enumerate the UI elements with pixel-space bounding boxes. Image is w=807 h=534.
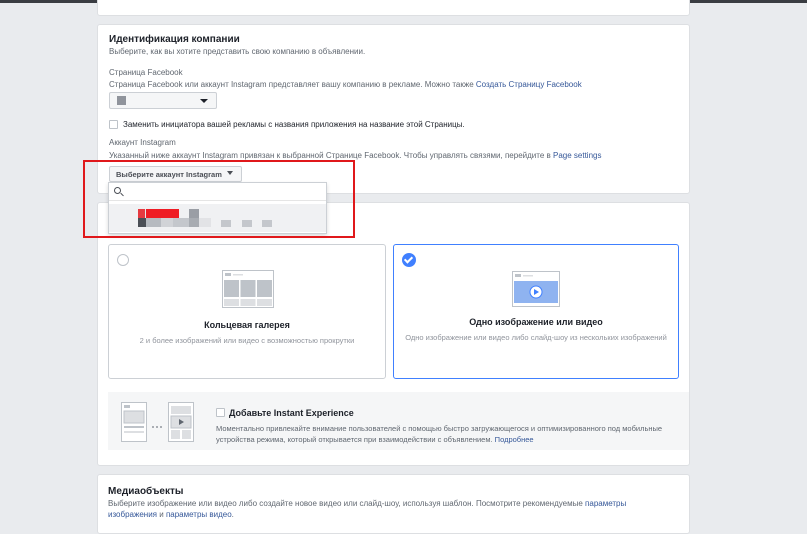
single-image-preview-icon: [512, 271, 560, 307]
previous-section-card: [97, 0, 690, 16]
carousel-format-option[interactable]: Кольцевая галерея 2 и более изображений …: [108, 244, 386, 379]
facebook-page-label: Страница Facebook: [109, 68, 183, 77]
replace-initiator-checkbox[interactable]: [109, 120, 118, 129]
video-params-link[interactable]: параметры видео: [166, 510, 232, 519]
instant-experience-desc-text: Моментально привлекайте внимание пользов…: [216, 424, 663, 444]
instant-experience-preview-icon: [121, 402, 194, 442]
single-image-format-option[interactable]: Одно изображение или видео Одно изображе…: [393, 244, 679, 379]
carousel-preview-icon: [222, 270, 274, 308]
identity-subtitle: Выберите, как вы хотите представить свою…: [109, 47, 366, 56]
identity-title: Идентификация компании: [109, 34, 240, 45]
checkmark-icon[interactable]: [402, 253, 416, 267]
page-settings-link[interactable]: Page settings: [553, 151, 601, 160]
facebook-page-desc-text: Страница Facebook или аккаунт Instagram …: [109, 80, 474, 89]
carousel-desc: 2 и более изображений или видео с возмож…: [139, 336, 355, 345]
single-image-desc: Одно изображение или видео либо слайд-шо…: [405, 333, 667, 342]
media-title: Медиаобъекты: [108, 486, 184, 497]
highlight-annotation-box: [83, 160, 355, 238]
media-card: Медиаобъекты Выберите изображение или ви…: [97, 474, 690, 534]
carousel-title: Кольцевая галерея: [204, 320, 290, 330]
replace-initiator-label: Заменить инициатора вашей рекламы с назв…: [123, 120, 465, 129]
facebook-page-desc: Страница Facebook или аккаунт Instagram …: [109, 80, 582, 89]
chevron-down-icon: [200, 99, 208, 103]
carousel-radio[interactable]: [117, 254, 129, 266]
media-and-text: и: [159, 510, 164, 519]
instagram-label: Аккаунт Instagram: [109, 138, 176, 147]
create-page-link[interactable]: Создать Страницу Facebook: [476, 80, 582, 89]
instagram-desc: Указанный ниже аккаунт Instagram привяза…: [109, 151, 601, 160]
learn-more-link[interactable]: Подробнее: [495, 435, 534, 444]
instant-experience-title: Добавьте Instant Experience: [229, 408, 354, 418]
single-image-title: Одно изображение или видео: [469, 317, 603, 327]
media-desc-text: Выберите изображение или видео либо созд…: [108, 499, 583, 508]
media-period: .: [231, 510, 234, 519]
page-avatar: [117, 96, 126, 105]
media-desc: Выберите изображение или видео либо созд…: [108, 498, 668, 520]
instagram-desc-text: Указанный ниже аккаунт Instagram привяза…: [109, 151, 551, 160]
facebook-page-select[interactable]: [109, 92, 217, 109]
instant-experience-checkbox[interactable]: [216, 408, 225, 417]
instant-experience-desc: Моментально привлекайте внимание пользов…: [216, 423, 676, 445]
